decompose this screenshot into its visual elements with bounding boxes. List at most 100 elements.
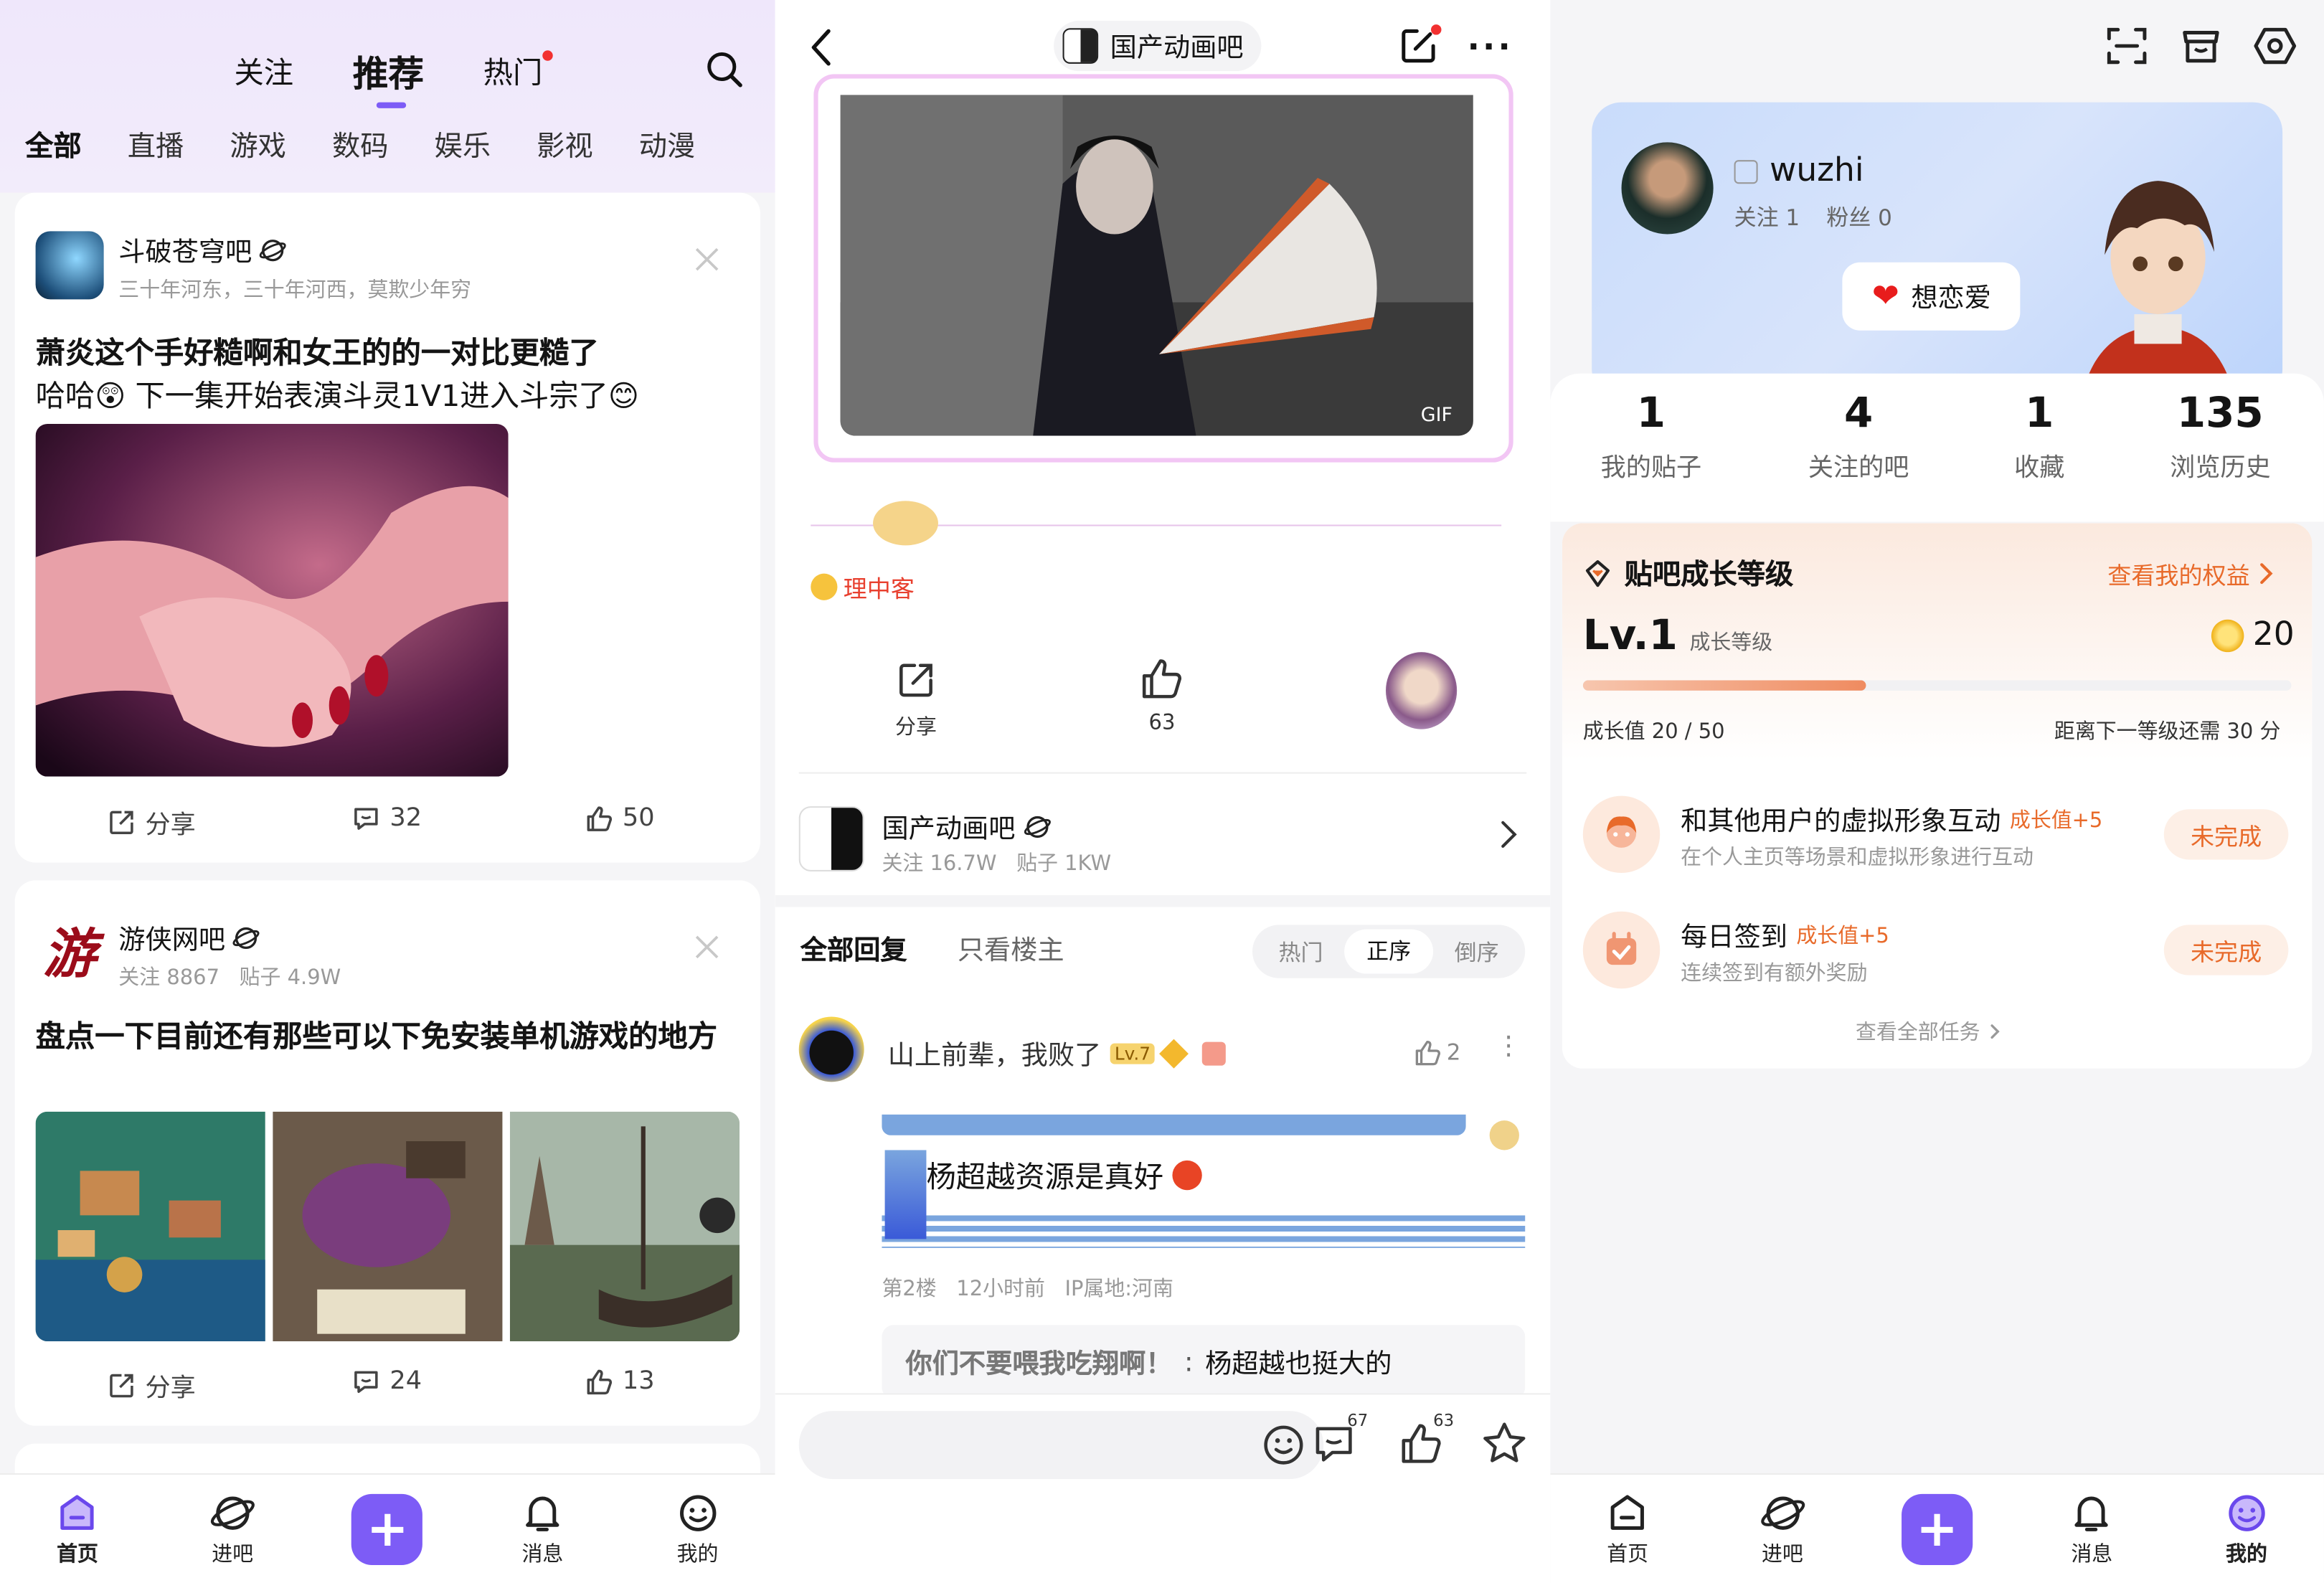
share-icon: [879, 658, 953, 702]
tab-enter-forum[interactable]: 进吧: [188, 1492, 277, 1567]
stat-history[interactable]: 135 浏览历史: [2146, 388, 2295, 483]
share-button[interactable]: 分享: [879, 658, 953, 741]
tab-home[interactable]: 首页: [1583, 1492, 1672, 1567]
virtual-avatar[interactable]: [2066, 166, 2249, 400]
category-all[interactable]: 全部: [25, 125, 82, 165]
reply-like-button[interactable]: 2: [1412, 1037, 1460, 1067]
reply-content[interactable]: 杨超越资源是真好: [926, 1153, 1202, 1196]
like-button[interactable]: 50: [584, 803, 655, 833]
sort-hot[interactable]: 热门: [1257, 936, 1345, 967]
post-image[interactable]: [273, 1111, 503, 1342]
star-favorite-icon[interactable]: [1480, 1420, 1528, 1468]
tab-enter-forum[interactable]: 进吧: [1738, 1492, 1827, 1567]
forum-name[interactable]: 斗破苍穹吧: [118, 231, 252, 270]
growth-progress-fill: [1582, 680, 1866, 691]
shop-icon[interactable]: [2178, 24, 2223, 68]
close-icon[interactable]: [694, 934, 720, 960]
share-button[interactable]: 分享: [107, 1366, 196, 1404]
tab-all-replies[interactable]: 全部回复: [800, 930, 907, 968]
edit-icon[interactable]: [1398, 24, 1442, 68]
category-games[interactable]: 游戏: [230, 125, 286, 165]
category-film[interactable]: 影视: [537, 125, 593, 165]
sort-toggle: 热门 正序 倒序: [1252, 925, 1526, 978]
post-excerpt[interactable]: 哈哈😲 下一集开始表演斗灵1V1进入斗宗了😊: [36, 372, 639, 415]
post-gif[interactable]: GIF: [840, 95, 1473, 436]
close-icon[interactable]: [694, 246, 720, 273]
post-image[interactable]: [35, 423, 509, 777]
category-anime[interactable]: 动漫: [639, 125, 696, 165]
post-image[interactable]: [509, 1111, 740, 1342]
forum-avatar[interactable]: [35, 231, 104, 300]
hexagon-badge-icon: [1202, 1041, 1227, 1066]
comment-input[interactable]: [798, 1411, 1324, 1480]
tab-home[interactable]: 首页: [33, 1492, 122, 1567]
comment-count-button[interactable]: 67: [1312, 1411, 1368, 1468]
tab-hot[interactable]: 热门: [483, 49, 553, 92]
tab-messages[interactable]: 消息: [2047, 1492, 2136, 1567]
thumbs-up-icon: [1412, 1037, 1442, 1067]
category-entertainment[interactable]: 娱乐: [435, 125, 491, 165]
tab-op-only[interactable]: 只看楼主: [958, 930, 1064, 968]
sort-descending[interactable]: 倒序: [1432, 936, 1521, 967]
forum-avatar[interactable]: 游: [35, 915, 104, 986]
reply-author[interactable]: 山上前辈，我败了 Lv.7: [888, 1034, 1227, 1073]
post-title[interactable]: 盘点一下目前还有那些可以下免安装单机游戏的地方: [36, 1013, 740, 1059]
view-all-tasks-link[interactable]: 查看全部任务: [1856, 1016, 2001, 1046]
plus-icon: +: [351, 1493, 423, 1566]
category-live[interactable]: 直播: [128, 125, 184, 165]
category-digital[interactable]: 数码: [332, 125, 389, 165]
username[interactable]: wuzhi: [1734, 153, 1864, 189]
feed-post-card[interactable]: 斗破苍穹吧 三十年河东，三十年河西，莫欺少年穷 萧炎这个手好糙啊和女王的的一对比…: [14, 192, 761, 863]
following-count[interactable]: 关注 1: [1734, 202, 1800, 232]
stat-my-posts[interactable]: 1 我的贴子: [1580, 388, 1722, 483]
post-button[interactable]: +: [343, 1493, 432, 1566]
task-title: 和其他用户的虚拟形象互动 成长值+5: [1681, 806, 2103, 838]
tab-recommended[interactable]: 推荐: [353, 44, 424, 108]
comment-button[interactable]: 32: [351, 803, 422, 833]
scan-icon[interactable]: [2105, 24, 2149, 68]
tab-mine[interactable]: 我的: [653, 1492, 742, 1567]
tab-messages[interactable]: 消息: [498, 1492, 587, 1567]
sort-ascending[interactable]: 正序: [1344, 929, 1433, 974]
post-button[interactable]: +: [1893, 1493, 1982, 1566]
more-icon[interactable]: ···: [1468, 29, 1513, 67]
like-button[interactable]: 13: [584, 1366, 655, 1396]
tab-following[interactable]: 关注: [234, 49, 293, 92]
forum-logo[interactable]: [798, 806, 864, 871]
forum-logo: [1062, 28, 1099, 64]
settings-icon[interactable]: [2253, 24, 2297, 68]
sub-reply[interactable]: 你们不要喂我吃翔啊！ : 杨超越也挺大的: [882, 1325, 1526, 1399]
comment-button[interactable]: 24: [351, 1366, 422, 1396]
share-button[interactable]: 分享: [107, 803, 196, 841]
forum-title-pill[interactable]: 国产动画吧: [1054, 20, 1262, 72]
stat-followed-forums[interactable]: 4 关注的吧: [1787, 388, 1929, 483]
task-status-button[interactable]: 未完成: [2163, 925, 2289, 975]
fans-count[interactable]: 粉丝 0: [1826, 202, 1892, 232]
post-image[interactable]: [35, 1111, 265, 1342]
coin-balance[interactable]: 20: [2211, 617, 2295, 653]
bottom-like-button[interactable]: 63: [1398, 1411, 1454, 1467]
emoji-icon: [1172, 1159, 1202, 1190]
forum-card-title[interactable]: 国产动画吧: [882, 808, 1051, 846]
post-title[interactable]: 萧炎这个手好糙啊和女王的的一对比更糙了: [36, 329, 599, 372]
emoji-picker-icon[interactable]: [1261, 1423, 1305, 1468]
chevron-right-icon[interactable]: [1500, 820, 1518, 849]
task-status-button[interactable]: 未完成: [2163, 809, 2289, 860]
view-benefits-link[interactable]: 查看我的权益: [2107, 556, 2273, 592]
like-button[interactable]: 63: [1125, 655, 1199, 735]
task-title: 每日签到 成长值+5: [1681, 922, 1889, 953]
liker-avatar[interactable]: [1385, 652, 1458, 729]
back-icon[interactable]: [808, 27, 834, 68]
forum-stats: 关注 8867 贴子 4.9W: [118, 966, 341, 991]
feed-post-card[interactable]: 游 游侠网吧 关注 8867 贴子 4.9W 盘点一下目前还有那些可以下免安装单…: [14, 880, 761, 1426]
forum-name[interactable]: 游侠网吧: [118, 919, 225, 958]
bell-icon: [2069, 1492, 2114, 1534]
user-avatar[interactable]: [1621, 142, 1714, 235]
thread-detail-screen: 国产动画吧 ··· GIF 理中客 分享 63 国产动画吧 关注 16.7W 贴…: [775, 0, 1551, 1583]
stat-favorites[interactable]: 1 收藏: [1968, 388, 2110, 483]
search-icon[interactable]: [706, 50, 745, 89]
more-vertical-icon[interactable]: · · ·: [1504, 1025, 1513, 1069]
replier-avatar[interactable]: [798, 1016, 864, 1082]
tab-mine[interactable]: 我的: [2202, 1492, 2291, 1567]
mood-bubble[interactable]: ❤ 想恋爱: [1842, 262, 2021, 331]
